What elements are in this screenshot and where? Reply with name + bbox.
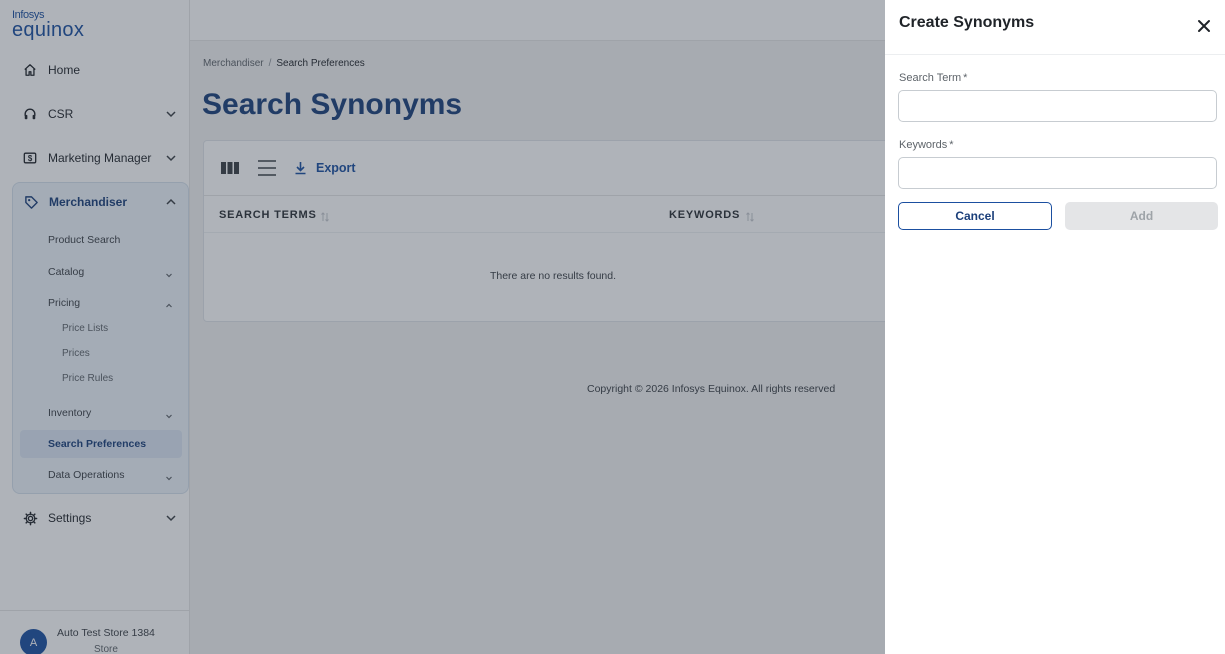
drawer-title: Create Synonyms	[899, 14, 1035, 31]
close-icon[interactable]	[1196, 18, 1212, 34]
cancel-button[interactable]: Cancel	[898, 202, 1052, 230]
add-button[interactable]: Add	[1065, 202, 1218, 230]
drawer-header: Create Synonyms	[885, 0, 1225, 55]
modal-backdrop[interactable]	[0, 0, 885, 654]
required-mark: *	[949, 139, 954, 151]
required-mark: *	[963, 72, 968, 84]
keywords-label-text: Keywords	[899, 139, 948, 151]
keywords-label: Keywords *	[899, 139, 954, 151]
search-term-label-text: Search Term	[899, 72, 962, 84]
search-term-input[interactable]	[898, 90, 1217, 122]
search-term-label: Search Term *	[899, 72, 967, 84]
keywords-input[interactable]	[898, 157, 1217, 189]
create-synonyms-drawer: Create Synonyms Search Term * Keywords * C…	[885, 0, 1225, 654]
